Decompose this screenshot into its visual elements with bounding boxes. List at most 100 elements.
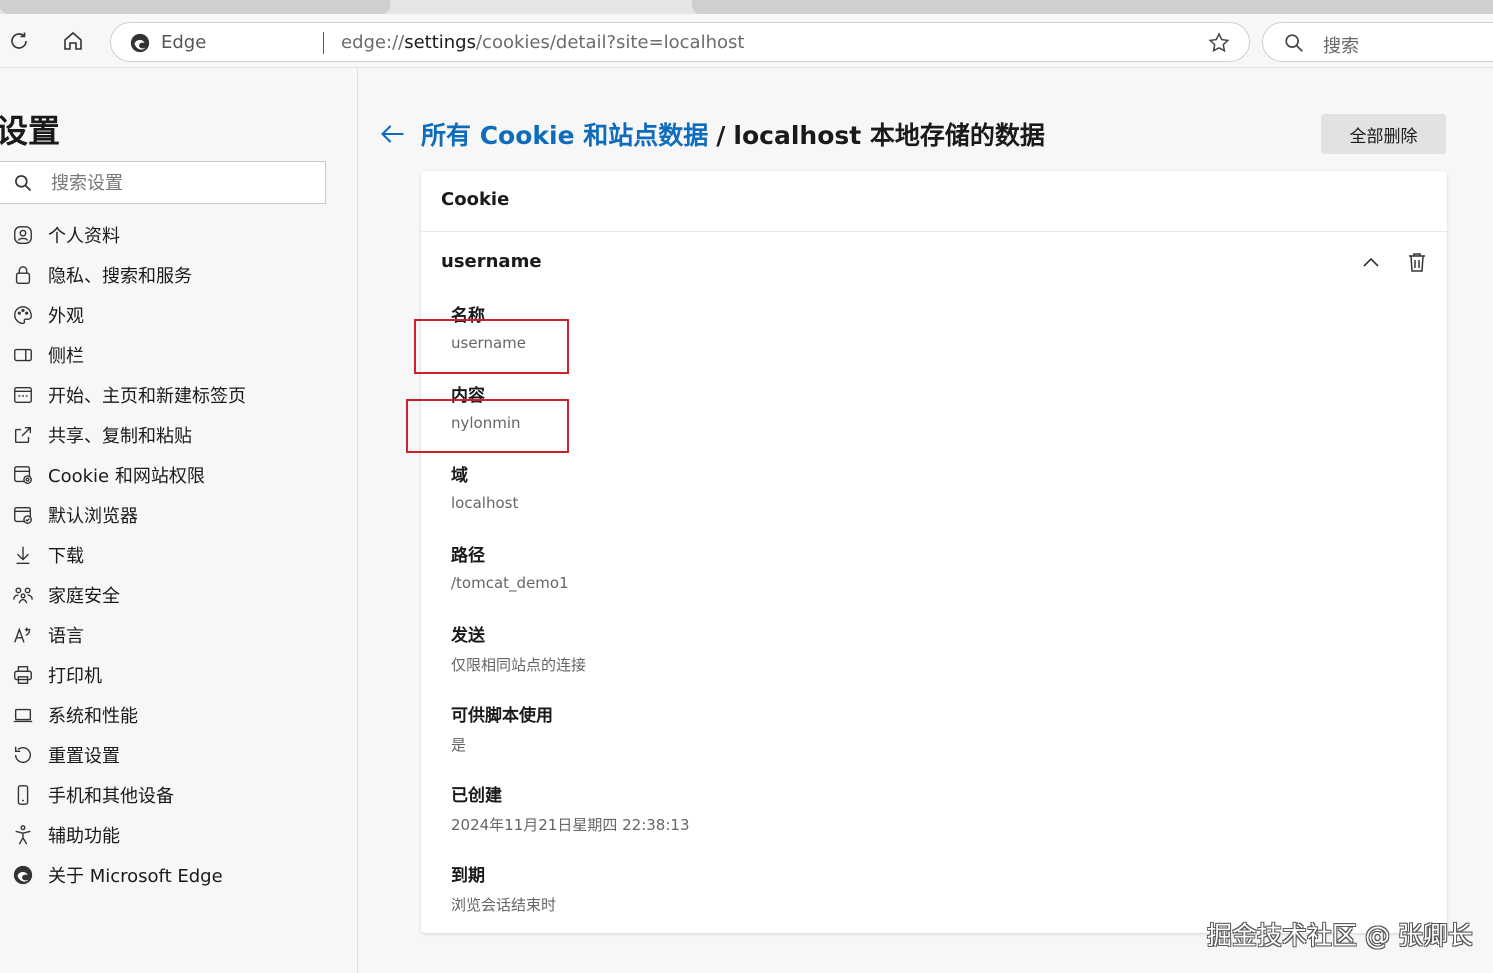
web-search-box[interactable]: 搜索 xyxy=(1262,22,1493,62)
home-button[interactable] xyxy=(58,26,88,56)
delete-all-button[interactable]: 全部删除 xyxy=(1321,114,1446,154)
sidebar-item-reset[interactable]: 重置设置 xyxy=(0,735,358,775)
share-icon xyxy=(12,424,34,446)
field-label: 路径 xyxy=(451,546,485,566)
phone-icon xyxy=(12,784,34,806)
download-icon xyxy=(12,544,34,566)
field-label: 域 xyxy=(451,466,468,486)
sidebar-item-label: 打印机 xyxy=(48,666,102,687)
search-icon xyxy=(15,175,32,192)
sidebar-item-label: 下载 xyxy=(48,546,84,567)
sidebar-item-label: 家庭安全 xyxy=(48,586,120,607)
sidebar-item-phone-devices[interactable]: 手机和其他设备 xyxy=(0,775,358,815)
card-title: Cookie xyxy=(421,171,1447,232)
sidebar-item-profile[interactable]: 个人资料 xyxy=(0,215,358,255)
browser-toolbar: Edge edge://settings/cookies/detail?site… xyxy=(0,14,1493,68)
sidebar-item-printers[interactable]: 打印机 xyxy=(0,655,358,695)
printer-icon xyxy=(12,664,34,686)
sidebar-item-label: 语言 xyxy=(48,626,84,647)
sidebar-item-label: 个人资料 xyxy=(48,226,120,247)
sidebar-item-cookies-permissions[interactable]: Cookie 和网站权限 xyxy=(0,455,358,495)
chevron-up-icon[interactable] xyxy=(1359,251,1383,275)
cookie-field-script-access: 可供脚本使用 是 xyxy=(451,701,553,755)
refresh-button[interactable] xyxy=(4,26,34,56)
url-host: settings xyxy=(404,32,476,53)
laptop-icon xyxy=(12,704,34,726)
sidebar-item-label: 开始、主页和新建标签页 xyxy=(48,386,246,407)
sidebar-item-about-edge[interactable]: 关于 Microsoft Edge xyxy=(0,855,358,895)
sidebar-item-label: 关于 Microsoft Edge xyxy=(48,866,223,887)
sidebar-item-label: 外观 xyxy=(48,306,84,327)
settings-nav: 个人资料 隐私、搜索和服务 外观 侧栏 开始、主页和新建标签页 共享、复制和粘贴… xyxy=(0,215,358,895)
sidebar-item-accessibility[interactable]: 辅助功能 xyxy=(0,815,358,855)
cookie-name-heading: username xyxy=(441,251,542,272)
highlight-box-name xyxy=(414,319,569,374)
cookie-field-domain: 域 localhost xyxy=(451,461,518,512)
sidebar-item-label: 侧栏 xyxy=(48,346,84,367)
field-value: localhost xyxy=(451,494,519,512)
sidebar-item-label: 手机和其他设备 xyxy=(48,786,174,807)
back-arrow-icon[interactable] xyxy=(379,120,407,148)
page-title: 设置 xyxy=(0,112,61,150)
breadcrumb-link-all-cookies[interactable]: 所有 Cookie 和站点数据 xyxy=(421,121,708,150)
family-icon xyxy=(12,584,34,606)
cookie-field-created: 已创建 2024年11月21日星期四 22:38:13 xyxy=(451,781,690,835)
cookie-field-expires: 到期 浏览会话结束时 xyxy=(451,861,556,915)
sidebar-item-label: 隐私、搜索和服务 xyxy=(48,266,192,287)
sidebar-item-sidebar[interactable]: 侧栏 xyxy=(0,335,358,375)
breadcrumb-separator: / xyxy=(716,121,726,150)
sidebar-item-family-safety[interactable]: 家庭安全 xyxy=(0,575,358,615)
highlight-box-content xyxy=(406,399,569,453)
refresh-icon xyxy=(11,32,27,49)
cookie-field-path: 路径 /tomcat_demo1 xyxy=(451,541,569,592)
sidebar-item-label: 辅助功能 xyxy=(48,826,120,847)
sidebar-item-appearance[interactable]: 外观 xyxy=(0,295,358,335)
sidebar-item-default-browser[interactable]: 默认浏览器 xyxy=(0,495,358,535)
url-path: /cookies/detail?site=localhost xyxy=(475,32,745,53)
sidebar-icon xyxy=(12,344,34,366)
field-value: 浏览会话结束时 xyxy=(451,896,557,914)
profile-icon xyxy=(12,224,34,246)
field-label: 已创建 xyxy=(451,786,502,806)
sidebar-item-downloads[interactable]: 下载 xyxy=(0,535,358,575)
sidebar-item-label: Cookie 和网站权限 xyxy=(48,466,205,487)
reset-icon xyxy=(12,744,34,766)
newtab-icon xyxy=(12,384,34,406)
sidebar-item-start-home-newtab[interactable]: 开始、主页和新建标签页 xyxy=(0,375,358,415)
sidebar-item-share-copy-paste[interactable]: 共享、复制和粘贴 xyxy=(0,415,358,455)
sidebar-item-label: 重置设置 xyxy=(48,746,120,767)
cookie-field-send: 发送 仅限相同站点的连接 xyxy=(451,621,586,675)
tab[interactable] xyxy=(692,0,1493,14)
sidebar-item-label: 共享、复制和粘贴 xyxy=(48,426,192,447)
sidebar-item-privacy[interactable]: 隐私、搜索和服务 xyxy=(0,255,358,295)
edge-label: Edge xyxy=(161,32,207,53)
home-icon xyxy=(64,31,82,50)
browser-icon xyxy=(12,504,34,526)
sidebar-item-label: 系统和性能 xyxy=(48,706,138,727)
watermark: 掘金技术社区 @ 张卿长 xyxy=(1207,921,1473,950)
language-icon xyxy=(12,624,34,646)
favorite-star-icon[interactable] xyxy=(1207,31,1231,55)
sidebar-item-label: 默认浏览器 xyxy=(48,506,138,527)
main-content: 所有 Cookie 和站点数据 / localhost 本地存储的数据 全部删除 C… xyxy=(359,68,1493,973)
sidebar-item-system-performance[interactable]: 系统和性能 xyxy=(0,695,358,735)
edge-logo-icon xyxy=(130,33,150,53)
field-value: /tomcat_demo1 xyxy=(451,574,569,592)
url-text[interactable]: edge://settings/cookies/detail?site=loca… xyxy=(341,32,744,53)
settings-search-input[interactable] xyxy=(51,170,311,196)
cookie-card: Cookie username 名称 username 内容 nylonmin … xyxy=(421,171,1447,933)
field-value: 仅限相同站点的连接 xyxy=(451,656,587,674)
edge-logo-icon xyxy=(12,864,34,886)
site-permissions-icon xyxy=(12,464,34,486)
settings-sidebar: 设置 个人资料 隐私、搜索和服务 外观 侧栏 开始、主页和新建标签页 共享、复制… xyxy=(0,68,358,973)
field-label: 到期 xyxy=(451,866,485,886)
breadcrumb-current: localhost 本地存储的数据 xyxy=(733,121,1045,150)
trash-icon[interactable] xyxy=(1405,250,1429,274)
settings-search[interactable] xyxy=(0,161,326,204)
address-bar[interactable]: Edge edge://settings/cookies/detail?site… xyxy=(110,22,1250,62)
tab[interactable] xyxy=(0,0,390,14)
sidebar-item-languages[interactable]: 语言 xyxy=(0,615,358,655)
url-prefix: edge:// xyxy=(341,32,405,53)
field-label: 可供脚本使用 xyxy=(451,706,553,726)
palette-icon xyxy=(12,304,34,326)
